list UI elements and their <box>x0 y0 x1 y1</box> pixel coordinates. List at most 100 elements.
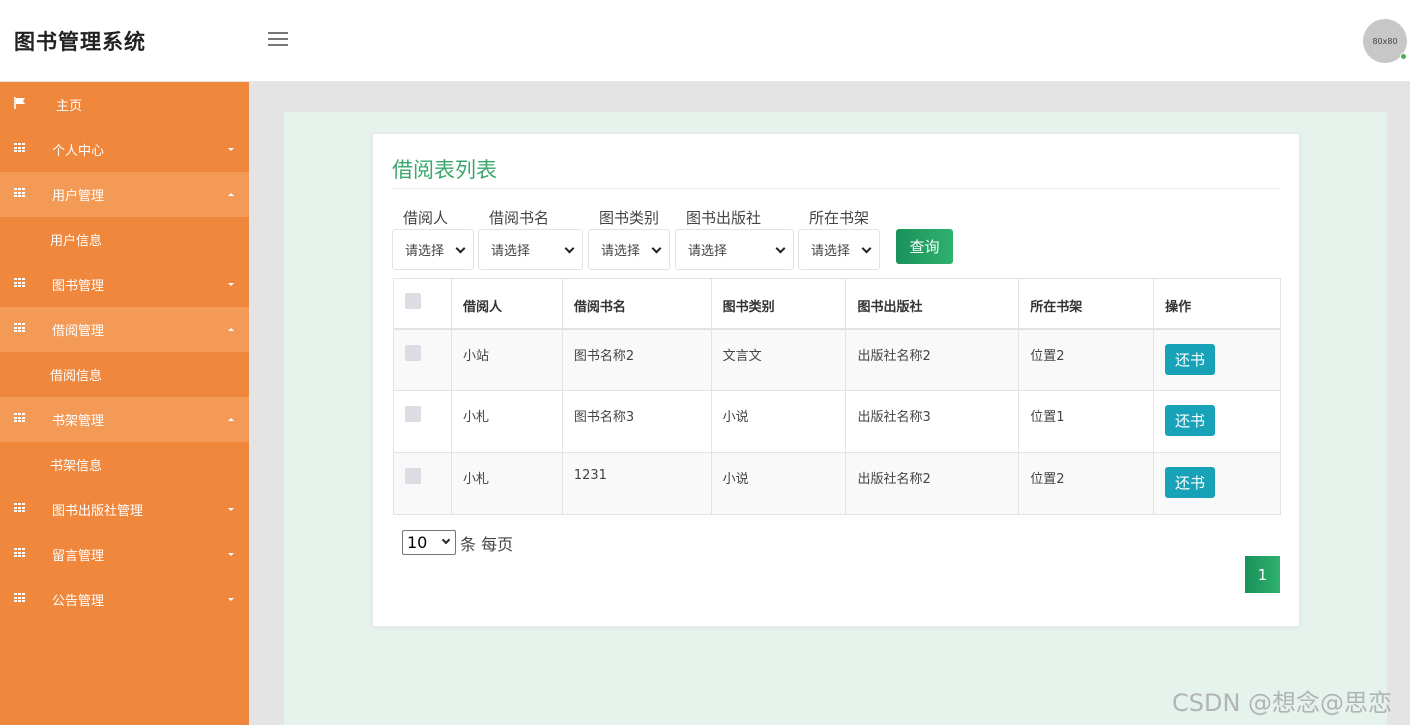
chevron-down-icon <box>775 243 786 254</box>
select-value: 请选择 <box>491 244 531 259</box>
caret-down-icon <box>228 508 234 511</box>
sidebar-item-home[interactable]: 主页 <box>0 82 249 127</box>
table-cell: 位置2 <box>1018 328 1155 391</box>
caret-down-icon <box>228 598 234 601</box>
table-cell: 位置2 <box>1018 452 1155 515</box>
table-cell: 文言文 <box>710 328 847 391</box>
page-size-select[interactable]: 10 <box>402 530 456 555</box>
filter-shelf: 所在书架 请选择 <box>798 207 880 270</box>
menu-toggle-icon[interactable] <box>268 32 288 48</box>
filter-label: 图书出版社 <box>686 209 762 227</box>
title-divider <box>392 188 1280 189</box>
grid-icon <box>14 413 26 423</box>
table-cell: 出版社名称3 <box>845 390 1020 453</box>
book-category-select[interactable]: 请选择 <box>588 229 670 270</box>
table-cell: 小站 <box>450 328 563 391</box>
return-book-button[interactable]: 还书 <box>1165 405 1216 436</box>
table-cell: 图书名称3 <box>561 390 712 453</box>
select-value: 请选择 <box>405 244 445 259</box>
row-checkbox[interactable] <box>405 468 421 484</box>
watermark: CSDN @想念@思恋 <box>1172 689 1393 717</box>
sidebar-item-label: 个人中心 <box>52 144 105 159</box>
select-value: 10 <box>407 533 428 552</box>
row-select-cell <box>393 328 452 391</box>
sidebar-item-book-management[interactable]: 图书管理 <box>0 262 249 307</box>
return-book-button[interactable]: 还书 <box>1165 467 1216 498</box>
table-cell: 小札 <box>450 452 563 515</box>
table-cell: 小说 <box>710 390 847 453</box>
book-name-select[interactable]: 请选择 <box>478 229 583 270</box>
caret-up-icon <box>228 328 234 331</box>
page-button-1[interactable]: 1 <box>1245 556 1280 593</box>
online-status-icon <box>1400 53 1407 60</box>
select-value: 请选择 <box>688 244 728 259</box>
grid-icon <box>14 143 26 153</box>
select-all-checkbox[interactable] <box>405 293 421 309</box>
caret-down-icon <box>228 283 234 286</box>
grid-icon <box>14 188 26 198</box>
filter-label: 借阅人 <box>403 209 449 227</box>
sidebar-item-notice-management[interactable]: 公告管理 <box>0 577 249 622</box>
flag-icon <box>14 97 25 109</box>
filter-label: 图书类别 <box>599 209 660 227</box>
filter-label: 借阅书名 <box>489 209 550 227</box>
avatar[interactable]: 80x80 <box>1363 19 1407 63</box>
table-cell: 小说 <box>710 452 847 515</box>
grid-icon <box>14 503 26 513</box>
filter-label: 所在书架 <box>809 209 870 227</box>
column-header: 操作 <box>1153 278 1281 330</box>
sidebar-subitem-shelf-info[interactable]: 书架信息 <box>0 442 249 487</box>
chevron-down-icon <box>441 535 451 545</box>
sidebar-item-user-management[interactable]: 用户管理 <box>0 172 249 217</box>
chevron-down-icon <box>564 243 575 254</box>
row-select-cell <box>393 452 452 515</box>
sidebar-item-publisher-management[interactable]: 图书出版社管理 <box>0 487 249 532</box>
top-header: 图书管理系统 80x80 <box>0 0 1410 82</box>
row-checkbox[interactable] <box>405 344 421 361</box>
caret-down-icon <box>228 148 234 151</box>
column-header[interactable]: 图书类别 <box>710 278 847 330</box>
chevron-down-icon <box>455 243 466 254</box>
sidebar-item-label: 主页 <box>56 99 83 114</box>
column-header[interactable]: 所在书架 <box>1018 278 1155 330</box>
sidebar-item-label: 书架管理 <box>52 414 105 429</box>
publisher-select[interactable]: 请选择 <box>675 229 794 270</box>
column-header[interactable]: 借阅书名 <box>561 278 712 330</box>
sidebar-item-shelf-management[interactable]: 书架管理 <box>0 397 249 442</box>
sidebar-item-label: 留言管理 <box>52 549 105 564</box>
page-size-control: 10 条 每页 <box>402 530 513 555</box>
query-button[interactable]: 查询 <box>896 229 953 264</box>
select-value: 请选择 <box>811 244 851 259</box>
sidebar-item-message-management[interactable]: 留言管理 <box>0 532 249 577</box>
shelf-select[interactable]: 请选择 <box>798 229 880 270</box>
column-header[interactable]: 借阅人 <box>450 278 563 330</box>
action-cell: 还书 <box>1153 390 1281 453</box>
page-title: 借阅表列表 <box>392 158 497 182</box>
row-checkbox[interactable] <box>405 406 421 422</box>
chevron-down-icon <box>861 243 872 254</box>
grid-icon <box>14 548 26 558</box>
table-row: 小札 图书名称3 小说 出版社名称3 位置1 还书 <box>393 390 1281 453</box>
grid-icon <box>14 593 26 603</box>
caret-up-icon <box>228 193 234 196</box>
sidebar-item-label: 图书管理 <box>52 279 105 294</box>
grid-icon <box>14 323 26 333</box>
borrow-table: 借阅人 借阅书名 图书类别 图书出版社 所在书架 操作 小站 图书名称2 文言文… <box>393 278 1281 515</box>
sidebar-item-borrow-management[interactable]: 借阅管理 <box>0 307 249 352</box>
action-cell: 还书 <box>1153 452 1281 515</box>
sidebar-item-label: 用户管理 <box>52 189 105 204</box>
app-title: 图书管理系统 <box>14 30 146 54</box>
return-book-button[interactable]: 还书 <box>1165 343 1216 375</box>
sidebar-item-personal-center[interactable]: 个人中心 <box>0 127 249 172</box>
table-row: 小札 1231 小说 出版社名称2 位置2 还书 <box>393 452 1281 515</box>
table-cell: 位置1 <box>1018 390 1155 453</box>
table-header-row: 借阅人 借阅书名 图书类别 图书出版社 所在书架 操作 <box>393 278 1281 330</box>
table-cell: 图书名称2 <box>561 328 712 391</box>
chevron-down-icon <box>651 243 662 254</box>
sidebar-subitem-user-info[interactable]: 用户信息 <box>0 217 249 262</box>
page-size-suffix: 条 每页 <box>460 534 514 554</box>
borrower-select[interactable]: 请选择 <box>392 229 474 270</box>
grid-icon <box>14 278 26 288</box>
sidebar-subitem-borrow-info[interactable]: 借阅信息 <box>0 352 249 397</box>
column-header[interactable]: 图书出版社 <box>845 278 1020 330</box>
